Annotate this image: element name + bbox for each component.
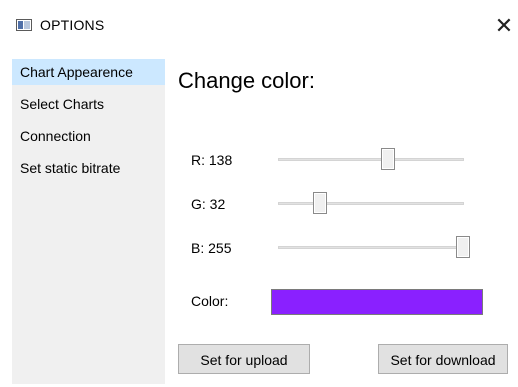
green-value-label: G: 32 <box>191 196 226 212</box>
red-slider-thumb[interactable] <box>380 148 395 170</box>
red-value-label: R: 138 <box>191 152 233 168</box>
color-preview-swatch <box>271 289 483 315</box>
page-heading: Change color: <box>178 68 315 93</box>
close-icon[interactable]: ✕ <box>490 10 518 42</box>
blue-value-label: B: 255 <box>191 240 232 256</box>
color-label: Color: <box>191 293 229 309</box>
green-slider-thumb[interactable] <box>312 192 327 214</box>
window-title: OPTIONS <box>40 17 105 33</box>
sidebar: Chart Appearence Select Charts Connectio… <box>12 59 165 384</box>
blue-slider-thumb[interactable] <box>456 236 470 258</box>
window-icon <box>16 19 32 31</box>
red-slider-track[interactable] <box>278 158 464 161</box>
blue-slider-track[interactable] <box>278 246 464 249</box>
sidebar-item-connection[interactable]: Connection <box>12 123 165 149</box>
sidebar-item-set-static-bitrate[interactable]: Set static bitrate <box>12 155 165 181</box>
sidebar-item-select-charts[interactable]: Select Charts <box>12 91 165 117</box>
set-for-download-button[interactable]: Set for download <box>378 344 508 374</box>
sidebar-item-chart-appearence[interactable]: Chart Appearence <box>12 59 165 85</box>
title-bar: OPTIONS ✕ <box>0 0 518 50</box>
set-for-upload-button[interactable]: Set for upload <box>178 344 310 374</box>
green-slider-track[interactable] <box>278 202 464 205</box>
